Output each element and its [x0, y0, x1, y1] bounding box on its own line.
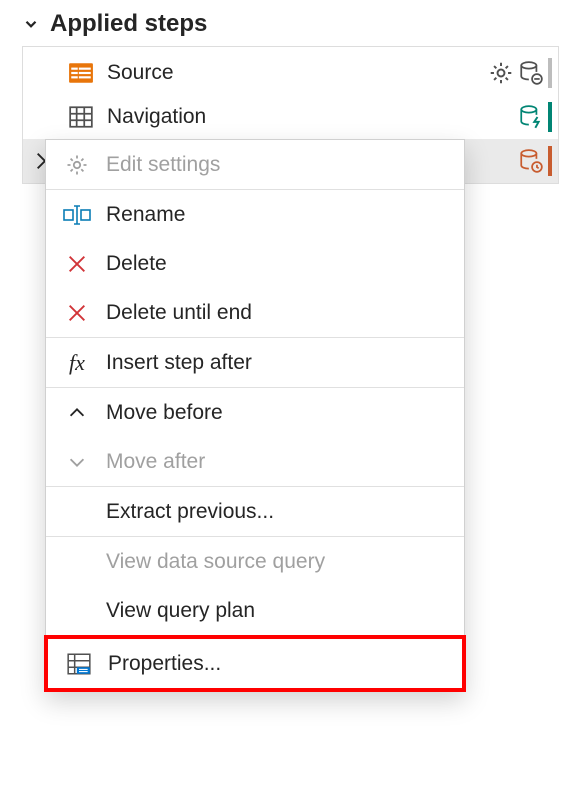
source-icon [67, 59, 95, 87]
applied-steps-title: Applied steps [50, 10, 207, 38]
database-minus-icon[interactable] [518, 60, 544, 86]
menu-label: Rename [106, 203, 185, 227]
applied-steps-header[interactable]: Applied steps [22, 10, 571, 46]
collapse-icon [22, 15, 40, 33]
fx-icon: fx [60, 350, 94, 376]
menu-label: Delete [106, 252, 167, 276]
status-bar [548, 58, 552, 88]
menu-label: Edit settings [106, 153, 220, 177]
gear-icon[interactable] [488, 60, 514, 86]
menu-label: Properties... [108, 652, 221, 676]
menu-delete[interactable]: Delete [46, 239, 464, 288]
properties-icon [62, 651, 96, 677]
menu-view-data-source-query: View data source query [46, 537, 464, 586]
status-bar [548, 146, 552, 176]
chevron-up-icon [60, 402, 94, 424]
table-icon [67, 103, 95, 131]
gear-icon [60, 153, 94, 177]
database-clock-icon[interactable] [518, 148, 544, 174]
menu-move-after: Move after [46, 437, 464, 486]
step-label: Source [107, 61, 488, 85]
highlight-box: Properties... [44, 635, 466, 692]
menu-insert-step-after[interactable]: fx Insert step after [46, 338, 464, 387]
menu-label: Extract previous... [106, 500, 274, 524]
menu-label: Insert step after [106, 351, 252, 375]
step-source[interactable]: Source [23, 51, 558, 95]
menu-view-query-plan[interactable]: View query plan [46, 586, 464, 635]
menu-rename[interactable]: Rename [46, 190, 464, 239]
step-actions [518, 102, 558, 132]
menu-label: Move after [106, 450, 205, 474]
menu-properties[interactable]: Properties... [48, 639, 462, 688]
delete-icon [60, 302, 94, 324]
delete-icon [60, 253, 94, 275]
menu-label: View query plan [106, 599, 255, 623]
step-context-menu: Edit settings Rename Delete [45, 139, 465, 691]
step-label: Navigation [107, 105, 518, 129]
rename-icon [60, 203, 94, 227]
menu-move-before[interactable]: Move before [46, 388, 464, 437]
chevron-down-icon [60, 451, 94, 473]
database-bolt-icon[interactable] [518, 104, 544, 130]
menu-label: Delete until end [106, 301, 252, 325]
menu-edit-settings: Edit settings [46, 140, 464, 189]
step-actions [488, 58, 558, 88]
menu-extract-previous[interactable]: Extract previous... [46, 487, 464, 536]
step-navigation[interactable]: Navigation [23, 95, 558, 139]
menu-label: View data source query [106, 550, 325, 574]
step-actions [518, 146, 558, 176]
status-bar [548, 102, 552, 132]
menu-label: Move before [106, 401, 223, 425]
menu-delete-until-end[interactable]: Delete until end [46, 288, 464, 337]
